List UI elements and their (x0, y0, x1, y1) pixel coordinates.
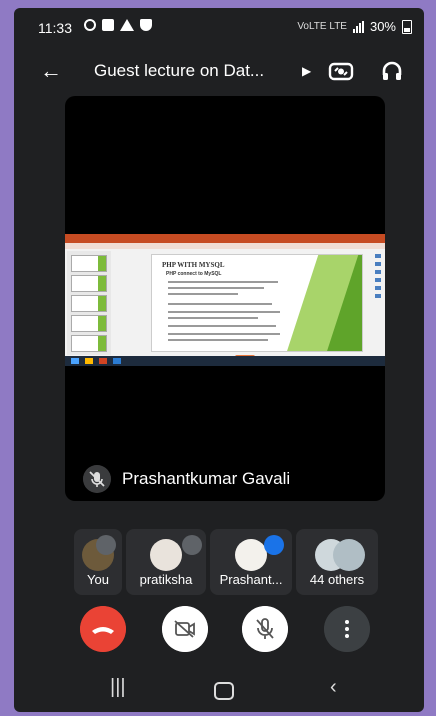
call-controls (14, 606, 424, 654)
system-nav-bar: ||| ‹ (14, 668, 424, 712)
participant-pratiksha[interactable]: pratiksha (126, 529, 206, 595)
meeting-title[interactable]: Guest lecture on Dat... (94, 61, 264, 81)
participant-others[interactable]: 44 others (296, 529, 378, 595)
avatar (333, 539, 365, 571)
warning-icon (120, 19, 134, 31)
mic-off-icon (182, 535, 202, 555)
presenter-name: Prashantkumar Gavali (122, 469, 291, 488)
participant-label: pratiksha (139, 572, 193, 587)
participant-label: Prashant... (219, 572, 283, 587)
shield-icon (140, 19, 152, 31)
home-icon[interactable] (214, 682, 234, 700)
headphones-icon[interactable] (380, 59, 404, 83)
avatar (235, 539, 267, 571)
participant-prashant[interactable]: Prashant... (210, 529, 292, 595)
sync-icon (84, 19, 96, 31)
battery-percent: 30% (369, 19, 396, 34)
slide-thumbnails (67, 251, 111, 355)
status-bar: 11:33 VoLTE LTE 30% (14, 8, 424, 48)
mic-off-icon (83, 465, 111, 493)
current-slide: PHP WITH MYSQL PHP connect to MySQL (151, 254, 363, 352)
slide-thumbnail (71, 315, 107, 332)
participant-label: You (87, 572, 109, 587)
participant-label: 44 others (309, 572, 365, 587)
speaking-indicator-icon (264, 535, 284, 555)
chevron-right-icon[interactable]: ▶ (302, 64, 311, 78)
shared-screen: PHP WITH MYSQL PHP connect to MySQL (65, 234, 385, 366)
slide-thumbnail (71, 275, 107, 292)
participant-strip: You pratiksha Prashant... 44 others (14, 529, 424, 595)
app-bar: ← Guest lecture on Dat... ▶ (14, 48, 424, 96)
back-arrow-icon[interactable]: ← (40, 58, 62, 84)
participant-you[interactable]: You (74, 529, 122, 595)
taskbar (65, 356, 385, 366)
slide-thumbnail (71, 335, 107, 352)
end-call-button[interactable] (80, 606, 126, 652)
signal-icon (352, 20, 364, 33)
app-ribbon (65, 234, 385, 243)
camera-off-button[interactable] (162, 606, 208, 652)
presentation-tile[interactable]: PHP WITH MYSQL PHP connect to MySQL Pras… (65, 96, 385, 501)
slide-thumbnail (71, 295, 107, 312)
mic-off-icon (96, 535, 116, 555)
slide-subheading: PHP connect to MySQL (166, 271, 222, 277)
message-icon (102, 19, 114, 31)
back-icon[interactable]: ‹ (330, 676, 337, 699)
presenter-nameplate: Prashantkumar Gavali (65, 457, 385, 501)
mic-off-button[interactable] (242, 606, 288, 652)
battery-icon (402, 19, 412, 34)
slide-toolbar (375, 254, 381, 334)
avatar (150, 539, 182, 571)
status-time: 11:33 (38, 20, 72, 36)
phone-screen: 11:33 VoLTE LTE 30% ← Guest lecture on D… (14, 8, 424, 712)
slide-heading: PHP WITH MYSQL (162, 261, 225, 269)
network-label: VoLTE LTE (297, 21, 347, 32)
recents-icon[interactable]: ||| (110, 676, 126, 699)
switch-camera-icon[interactable] (328, 59, 354, 83)
slide-thumbnail (71, 255, 107, 272)
more-options-button[interactable] (324, 606, 370, 652)
